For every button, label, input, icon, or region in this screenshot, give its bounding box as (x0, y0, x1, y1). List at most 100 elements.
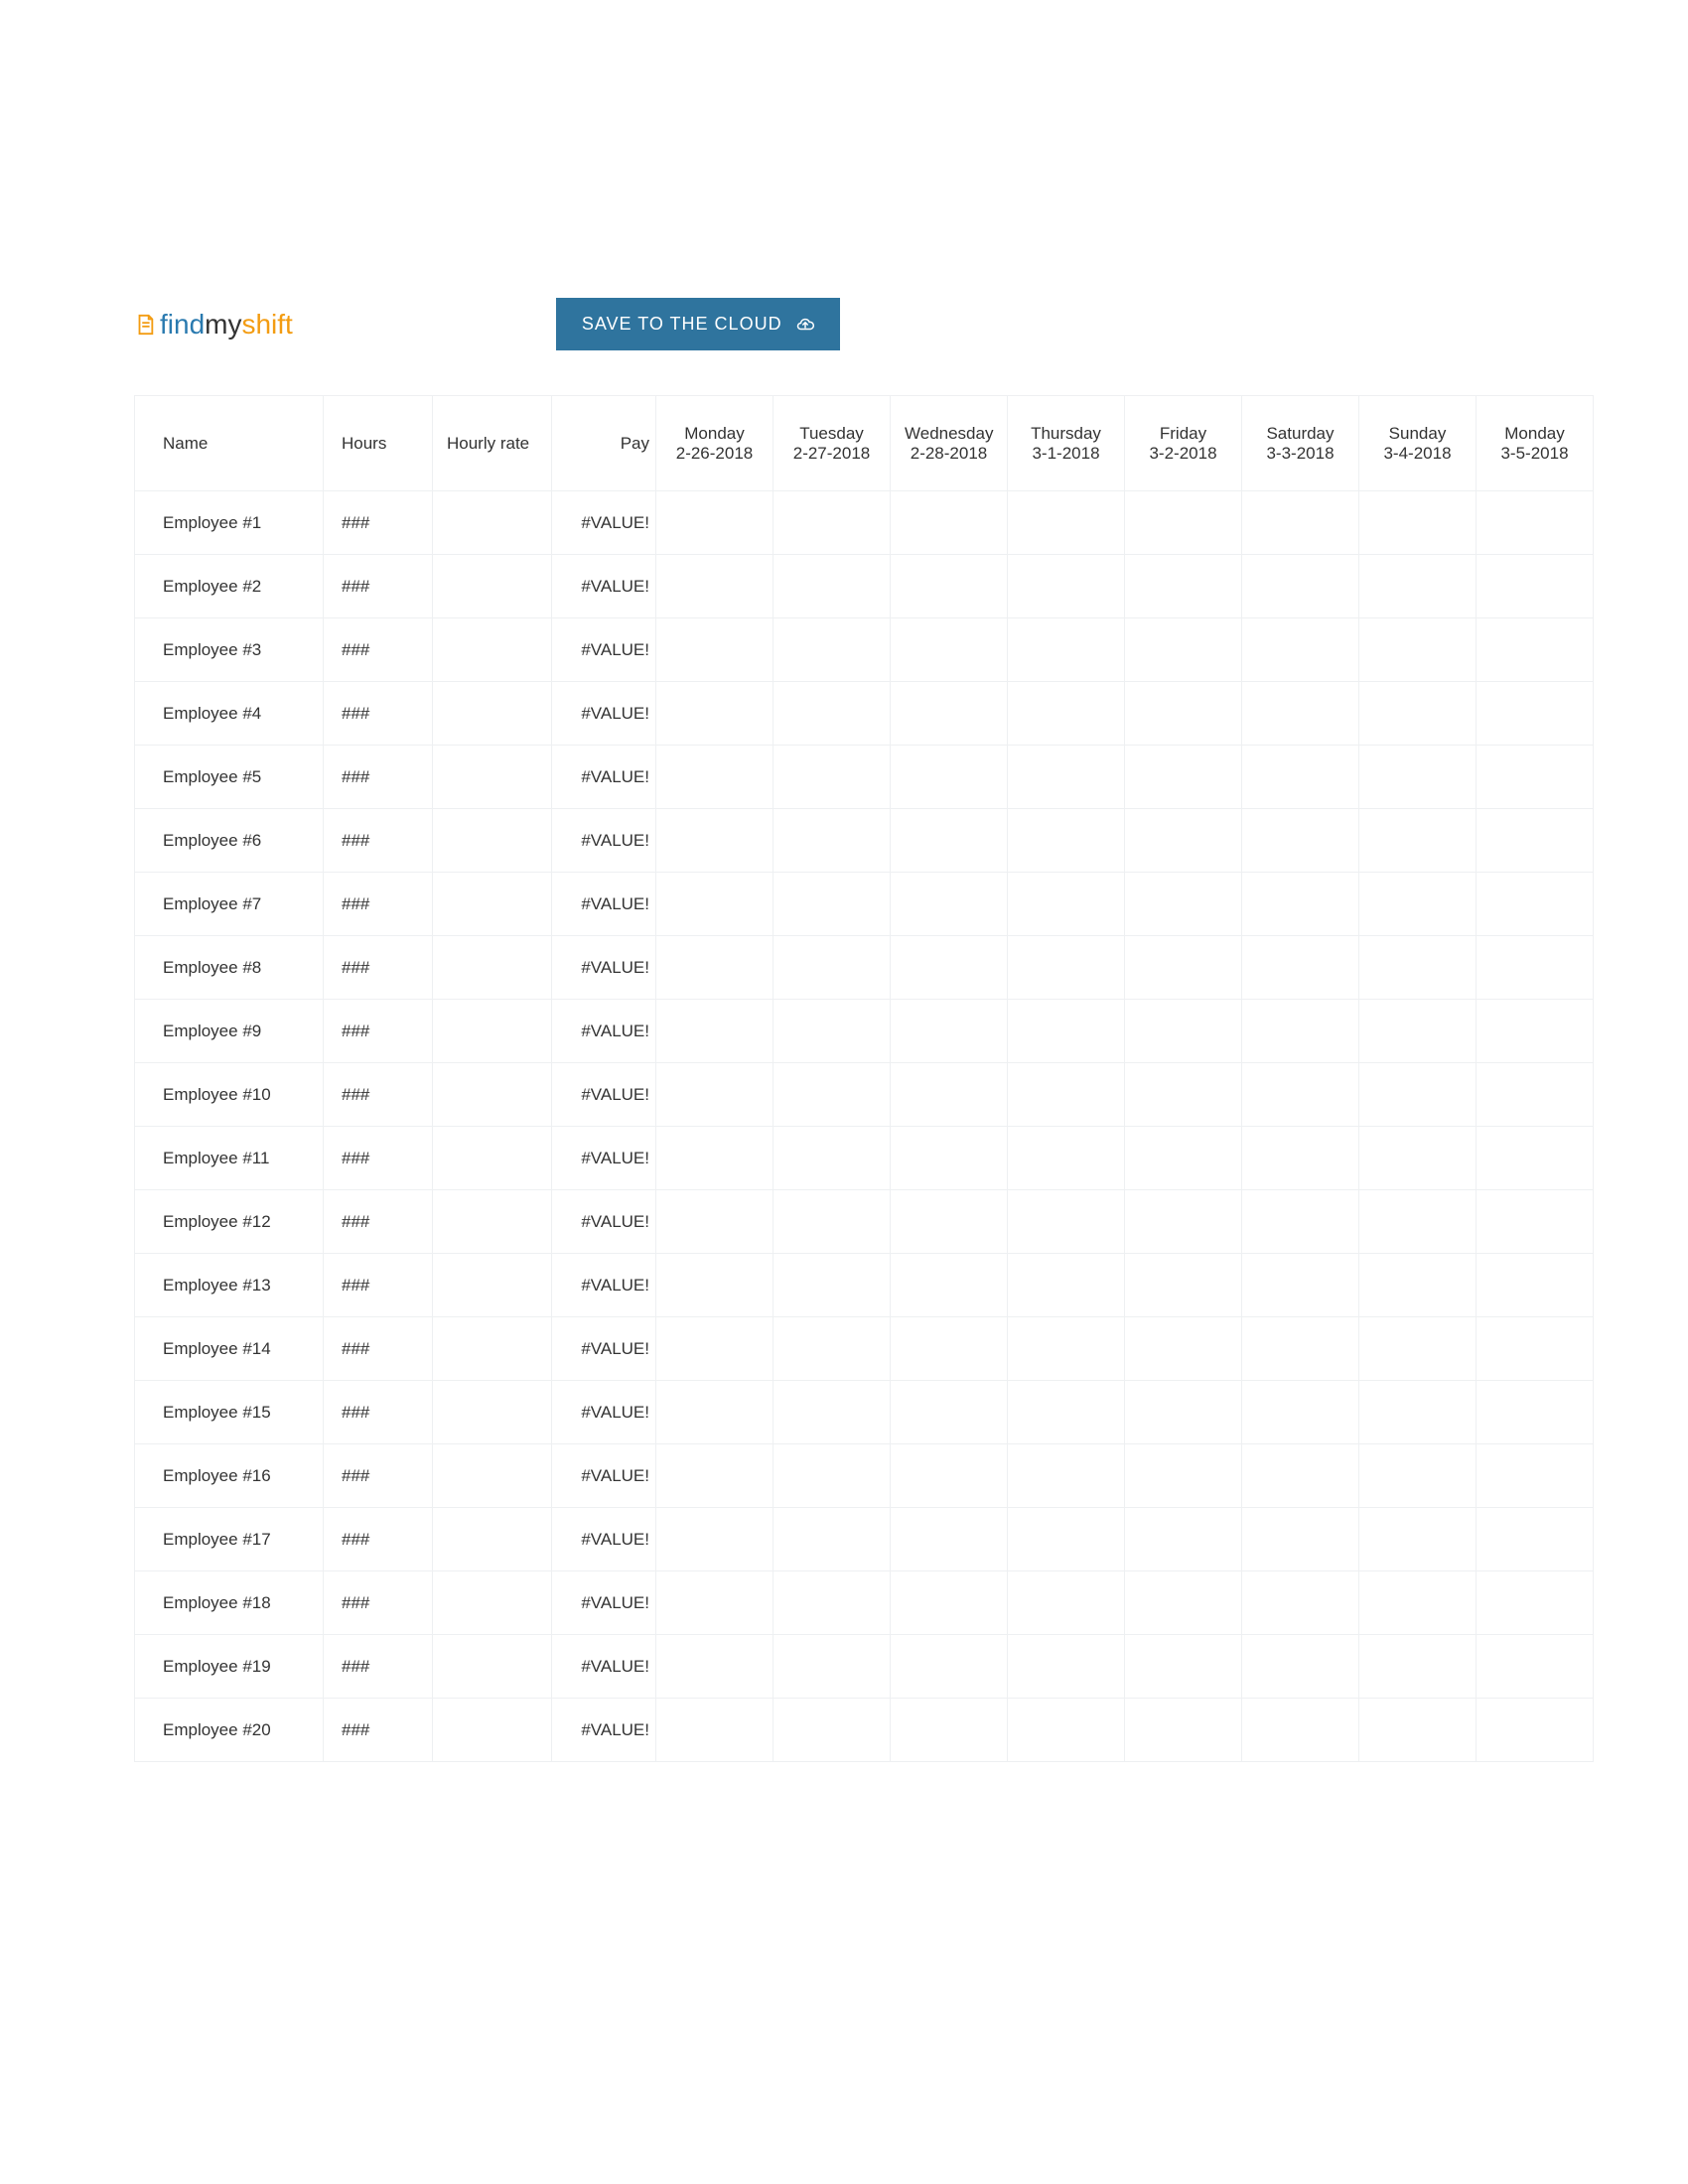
cell-day[interactable] (1242, 809, 1359, 873)
cell-hourly-rate[interactable] (433, 1444, 552, 1508)
cell-hourly-rate[interactable] (433, 936, 552, 1000)
cell-day[interactable] (1477, 555, 1594, 618)
cell-day[interactable] (774, 746, 891, 809)
cell-day[interactable] (1125, 809, 1242, 873)
cell-day[interactable] (656, 936, 774, 1000)
cell-day[interactable] (1125, 1063, 1242, 1127)
cell-day[interactable] (1008, 746, 1125, 809)
cell-day[interactable] (1477, 746, 1594, 809)
cell-hours[interactable]: ### (324, 1444, 433, 1508)
cell-day[interactable] (774, 555, 891, 618)
cell-day[interactable] (1477, 1317, 1594, 1381)
cell-day[interactable] (774, 1381, 891, 1444)
cell-day[interactable] (1008, 555, 1125, 618)
cell-name[interactable]: Employee #7 (135, 873, 324, 936)
cell-day[interactable] (1477, 682, 1594, 746)
cell-day[interactable] (1008, 1635, 1125, 1699)
cell-day[interactable] (1125, 1635, 1242, 1699)
cell-day[interactable] (1008, 1063, 1125, 1127)
cell-day[interactable] (1242, 1000, 1359, 1063)
cell-hourly-rate[interactable] (433, 746, 552, 809)
cell-day[interactable] (1125, 936, 1242, 1000)
cell-day[interactable] (1477, 1127, 1594, 1190)
cell-day[interactable] (774, 873, 891, 936)
cell-hours[interactable]: ### (324, 1508, 433, 1571)
cell-hourly-rate[interactable] (433, 618, 552, 682)
cell-day[interactable] (1125, 1699, 1242, 1762)
cell-day[interactable] (774, 1444, 891, 1508)
cell-hours[interactable]: ### (324, 1381, 433, 1444)
cell-pay[interactable]: #VALUE! (552, 618, 656, 682)
cell-day[interactable] (1242, 1190, 1359, 1254)
cell-pay[interactable]: #VALUE! (552, 809, 656, 873)
cell-day[interactable] (1359, 1699, 1477, 1762)
cell-day[interactable] (1477, 1444, 1594, 1508)
cell-day[interactable] (1008, 491, 1125, 555)
cell-day[interactable] (774, 1127, 891, 1190)
cell-hours[interactable]: ### (324, 1317, 433, 1381)
cell-hourly-rate[interactable] (433, 873, 552, 936)
cell-day[interactable] (774, 682, 891, 746)
cell-name[interactable]: Employee #11 (135, 1127, 324, 1190)
cell-day[interactable] (1242, 1063, 1359, 1127)
cell-day[interactable] (1008, 618, 1125, 682)
cell-pay[interactable]: #VALUE! (552, 1127, 656, 1190)
cell-hourly-rate[interactable] (433, 682, 552, 746)
cell-day[interactable] (1359, 1190, 1477, 1254)
cell-name[interactable]: Employee #18 (135, 1571, 324, 1635)
cell-hours[interactable]: ### (324, 873, 433, 936)
cell-day[interactable] (1359, 1317, 1477, 1381)
cell-hours[interactable]: ### (324, 618, 433, 682)
cell-day[interactable] (1125, 873, 1242, 936)
cell-name[interactable]: Employee #20 (135, 1699, 324, 1762)
cell-pay[interactable]: #VALUE! (552, 1571, 656, 1635)
cell-day[interactable] (1125, 1571, 1242, 1635)
cell-hourly-rate[interactable] (433, 555, 552, 618)
cell-day[interactable] (891, 746, 1008, 809)
cell-day[interactable] (656, 682, 774, 746)
cell-day[interactable] (656, 1699, 774, 1762)
cell-day[interactable] (1477, 1190, 1594, 1254)
cell-day[interactable] (1242, 1127, 1359, 1190)
cell-day[interactable] (1477, 1571, 1594, 1635)
cell-day[interactable] (1008, 809, 1125, 873)
cell-day[interactable] (1242, 1508, 1359, 1571)
cell-day[interactable] (1125, 1190, 1242, 1254)
cell-day[interactable] (1242, 1699, 1359, 1762)
cell-pay[interactable]: #VALUE! (552, 682, 656, 746)
cell-day[interactable] (1008, 1571, 1125, 1635)
cell-name[interactable]: Employee #13 (135, 1254, 324, 1317)
cell-day[interactable] (1359, 682, 1477, 746)
cell-day[interactable] (774, 491, 891, 555)
cell-hours[interactable]: ### (324, 1190, 433, 1254)
cell-day[interactable] (1477, 1699, 1594, 1762)
cell-day[interactable] (1359, 1000, 1477, 1063)
cell-day[interactable] (774, 1635, 891, 1699)
cell-day[interactable] (891, 1317, 1008, 1381)
cell-day[interactable] (1008, 1127, 1125, 1190)
save-to-cloud-button[interactable]: SAVE TO THE CLOUD (556, 298, 840, 350)
cell-hours[interactable]: ### (324, 491, 433, 555)
cell-day[interactable] (1359, 491, 1477, 555)
cell-day[interactable] (1125, 1381, 1242, 1444)
cell-hours[interactable]: ### (324, 1127, 433, 1190)
cell-day[interactable] (656, 1571, 774, 1635)
cell-day[interactable] (1242, 873, 1359, 936)
cell-day[interactable] (1008, 1254, 1125, 1317)
cell-hours[interactable]: ### (324, 1254, 433, 1317)
cell-day[interactable] (1242, 555, 1359, 618)
cell-day[interactable] (1008, 1000, 1125, 1063)
cell-day[interactable] (1359, 1635, 1477, 1699)
cell-pay[interactable]: #VALUE! (552, 1254, 656, 1317)
cell-day[interactable] (1477, 873, 1594, 936)
cell-day[interactable] (1125, 555, 1242, 618)
cell-hours[interactable]: ### (324, 1699, 433, 1762)
cell-day[interactable] (774, 1254, 891, 1317)
cell-day[interactable] (656, 746, 774, 809)
cell-day[interactable] (656, 1444, 774, 1508)
cell-day[interactable] (1359, 1571, 1477, 1635)
cell-day[interactable] (774, 1190, 891, 1254)
cell-hourly-rate[interactable] (433, 1699, 552, 1762)
cell-day[interactable] (891, 618, 1008, 682)
cell-day[interactable] (774, 1000, 891, 1063)
